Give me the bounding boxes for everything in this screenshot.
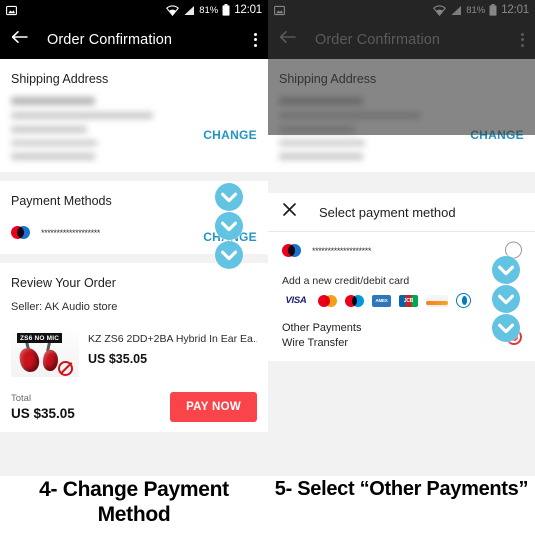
wire-transfer-label: Wire Transfer [282, 337, 349, 349]
clock: 12:01 [234, 4, 262, 16]
chevron-down-icon [215, 241, 243, 269]
maestro-logo [345, 294, 364, 307]
other-payments-label: Other Payments [282, 322, 362, 334]
annotation-arrows-right [492, 256, 520, 342]
page-title: Order Confirmation [47, 31, 173, 48]
battery-icon [222, 4, 230, 16]
wifi-icon [166, 4, 180, 16]
order-total-row: Total US $35.05 PAY NOW [0, 386, 268, 432]
address-line-blurred [11, 140, 97, 146]
sheet-title: Select payment method [319, 204, 456, 220]
image-icon [6, 5, 17, 16]
thumb-badge-label: ZS6 NO MIC [17, 333, 63, 343]
pay-now-button[interactable]: PAY NOW [170, 392, 257, 422]
signal-icon [183, 5, 195, 16]
tutorial-screenshot: 81% 12:01 Order Confirmation Shipping Ad… [0, 0, 535, 550]
address-line-blurred [11, 153, 95, 160]
seller-name: Seller: AK Audio store [11, 301, 118, 313]
chevron-down-icon [492, 285, 520, 313]
mastercard-logo [318, 294, 337, 307]
address-line-blurred [279, 140, 365, 146]
address-line-blurred [11, 126, 87, 133]
diners-club-logo [456, 293, 471, 308]
total-amount: US $35.05 [11, 406, 75, 421]
card-number-mask: ******************* [312, 245, 371, 256]
discover-logo [426, 294, 448, 307]
address-line-blurred [11, 97, 95, 105]
earphones-image: ZS6 NO MIC [11, 331, 79, 377]
chevron-down-icon [215, 183, 243, 211]
mastercard-icon [11, 226, 30, 239]
status-bar-left: 81% 12:01 [0, 0, 268, 20]
card-number-mask: ******************* [41, 227, 100, 238]
shipping-address-block: CHANGE [0, 97, 268, 172]
battery-percent: 81% [199, 4, 219, 16]
section-divider [0, 172, 268, 181]
annotation-arrows-left [215, 183, 243, 269]
change-shipping-address-button[interactable]: CHANGE [203, 128, 257, 142]
amex-logo: AMEX [372, 294, 391, 307]
back-arrow-icon[interactable] [11, 30, 28, 49]
shipping-address-card: Shipping Address CHANGE [0, 59, 268, 172]
chevron-down-icon [492, 314, 520, 342]
address-line-blurred [11, 112, 153, 119]
card-logos-row: VISA AMEX JCB [282, 293, 521, 308]
overflow-menu-icon[interactable] [254, 32, 257, 47]
chevron-down-icon [215, 212, 243, 240]
item-price: US $35.05 [88, 352, 148, 366]
mastercard-icon [282, 244, 301, 257]
caption-step-4: 4- Change Payment Method [0, 476, 268, 550]
total-label: Total [11, 393, 32, 404]
sheet-header: Select payment method [268, 193, 535, 231]
add-new-card-label: Add a new credit/debit card [282, 275, 410, 287]
jcb-logo: JCB [399, 294, 418, 307]
item-name: KZ ZS6 2DD+2BA Hybrid In Ear Ea... [88, 333, 257, 345]
app-bar-left: Order Confirmation [0, 20, 268, 59]
modal-scrim[interactable] [268, 0, 535, 135]
address-line-blurred [279, 153, 363, 160]
review-order-card: Review Your Order Seller: AK Audio store… [0, 263, 268, 432]
panel-step-4: 81% 12:01 Order Confirmation Shipping Ad… [0, 0, 268, 550]
shipping-address-title: Shipping Address [11, 72, 109, 86]
chevron-down-icon [492, 256, 520, 284]
no-mic-icon [58, 361, 73, 376]
caption-step-5: 5- Select “Other Payments” [268, 476, 535, 550]
visa-logo: VISA [285, 295, 307, 306]
order-item-row[interactable]: ZS6 NO MIC KZ ZS6 2DD+2BA Hybrid In Ear … [0, 325, 268, 386]
close-icon[interactable] [282, 202, 297, 222]
